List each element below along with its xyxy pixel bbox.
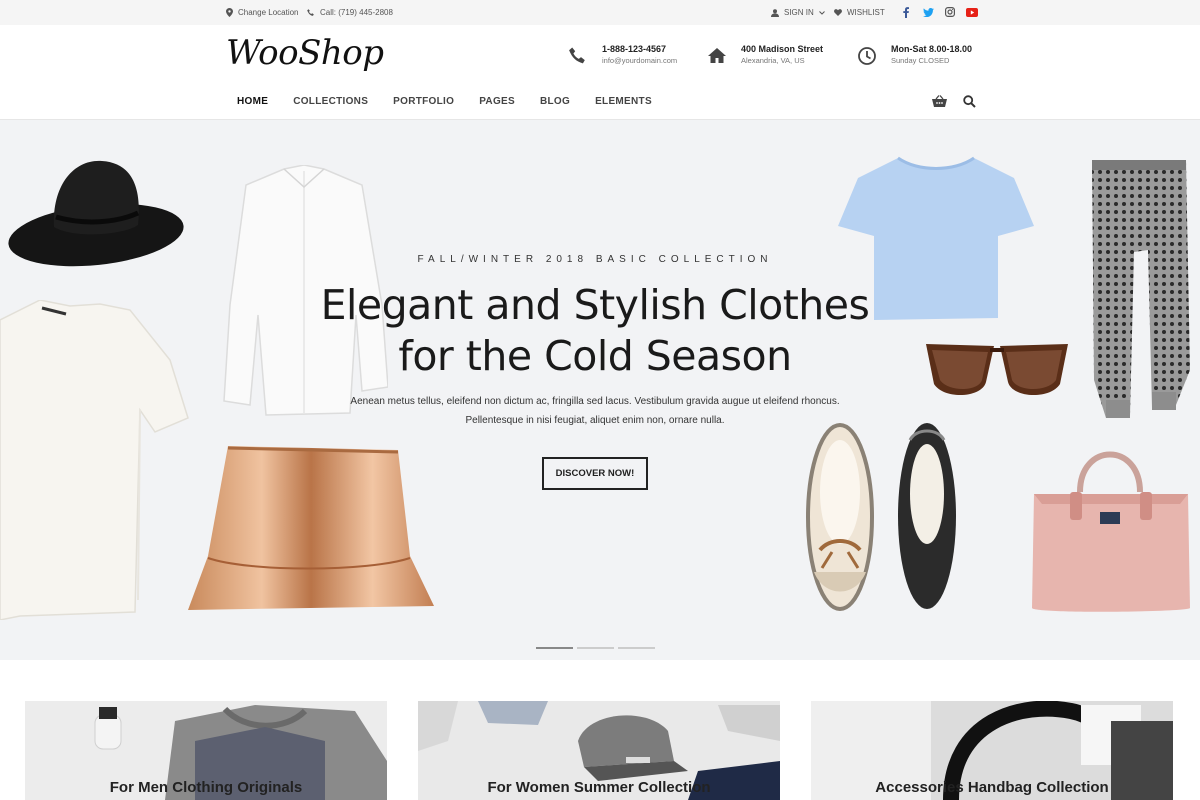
wishlist-label: WISHLIST xyxy=(847,8,885,17)
pink-handbag-image xyxy=(1032,451,1190,612)
change-location-link[interactable]: Change Location xyxy=(226,8,299,17)
hours-weekdays: Mon-Sat 8.00-18.00 xyxy=(891,44,973,54)
category-card-accessories-title: Accessories Handbag Collection xyxy=(875,779,1109,796)
nav-pages[interactable]: PAGES xyxy=(479,96,515,107)
category-cards: For Men Clothing Originals For Women Sum… xyxy=(0,701,1200,800)
email-address: info@yourdomain.com xyxy=(602,56,678,65)
hero-description-line1: Aenean metus tellus, eleifend non dictum… xyxy=(350,396,840,407)
hero-slider: FALL/WINTER 2018 BASIC COLLECTION Elegan… xyxy=(0,120,1200,660)
address-street: 400 Madison Street xyxy=(741,44,824,54)
slide-dot-1[interactable] xyxy=(536,647,573,649)
phone-number: 1-888-123-4567 xyxy=(602,44,667,54)
facebook-icon[interactable] xyxy=(900,6,912,18)
hero-title-line2: for the Cold Season xyxy=(398,332,792,380)
hero-kicker: FALL/WINTER 2018 BASIC COLLECTION xyxy=(417,254,773,265)
hours-sunday: Sunday CLOSED xyxy=(891,56,950,65)
search-icon[interactable] xyxy=(963,95,976,108)
slide-dot-3[interactable] xyxy=(618,647,655,649)
nav-elements[interactable]: ELEMENTS xyxy=(595,96,652,107)
phone-icon xyxy=(569,47,585,64)
top-bar: Change Location Call: (719) 445-2808 SIG… xyxy=(0,0,1200,25)
nav-portfolio[interactable]: PORTFOLIO xyxy=(393,96,454,107)
hero-title: Elegant and Stylish Clothes for the Cold… xyxy=(0,280,1190,382)
call-info: Call: (719) 445-2808 xyxy=(307,8,393,17)
social-links xyxy=(900,6,978,18)
sign-in-label: SIGN IN xyxy=(784,8,814,17)
twitter-icon[interactable] xyxy=(922,6,934,18)
slide-dot-2[interactable] xyxy=(577,647,614,649)
category-card-men-title: For Men Clothing Originals xyxy=(109,779,303,796)
discover-now-button[interactable]: DISCOVER NOW! xyxy=(542,457,648,490)
category-card-men[interactable]: For Men Clothing Originals xyxy=(25,701,387,800)
change-location-label: Change Location xyxy=(238,8,299,17)
slider-pagination xyxy=(536,647,655,649)
phone-icon xyxy=(307,8,314,16)
nav-collections[interactable]: COLLECTIONS xyxy=(293,96,368,107)
phone-contact: 1-888-123-4567 info@yourdomain.com xyxy=(568,43,677,67)
site-header: WooShop 1-888-123-4567 info@yourdomain.c… xyxy=(0,25,1200,120)
category-card-women[interactable]: For Women Summer Collection xyxy=(418,701,780,800)
hours-contact: Mon-Sat 8.00-18.00 Sunday CLOSED xyxy=(857,43,972,67)
nav-blog[interactable]: BLOG xyxy=(540,96,570,107)
hero-description-line2: Pellentesque in nisi feugiat, aliquet en… xyxy=(465,415,725,426)
location-pin-icon xyxy=(226,8,233,17)
youtube-icon[interactable] xyxy=(966,6,978,18)
category-card-accessories[interactable]: Accessories Handbag Collection xyxy=(811,701,1173,800)
hero-description: Aenean metus tellus, eleifend non dictum… xyxy=(0,392,1190,430)
copper-skirt-image xyxy=(188,446,434,610)
site-logo[interactable]: WooShop xyxy=(226,33,384,73)
home-icon xyxy=(708,48,726,63)
header-tools xyxy=(932,95,976,108)
address-city: Alexandria, VA, US xyxy=(741,56,805,65)
loafer-shoe-image xyxy=(806,423,874,611)
address-contact: 400 Madison Street Alexandria, VA, US xyxy=(707,43,823,67)
chevron-down-icon xyxy=(818,10,825,15)
cart-icon[interactable] xyxy=(932,95,947,108)
hero-title-line1: Elegant and Stylish Clothes xyxy=(320,281,870,329)
user-icon xyxy=(771,8,779,17)
wishlist-link[interactable]: WISHLIST xyxy=(834,8,885,17)
heart-icon xyxy=(834,9,842,16)
nav-home[interactable]: HOME xyxy=(237,96,268,107)
sign-in-dropdown[interactable]: SIGN IN xyxy=(771,8,825,17)
main-nav: HOME COLLECTIONS PORTFOLIO PAGES BLOG EL… xyxy=(237,96,677,107)
category-card-women-title: For Women Summer Collection xyxy=(487,779,711,796)
patent-flat-image xyxy=(898,423,956,609)
clock-icon xyxy=(858,47,876,65)
instagram-icon[interactable] xyxy=(944,6,956,18)
call-label: Call: (719) 445-2808 xyxy=(320,8,393,17)
